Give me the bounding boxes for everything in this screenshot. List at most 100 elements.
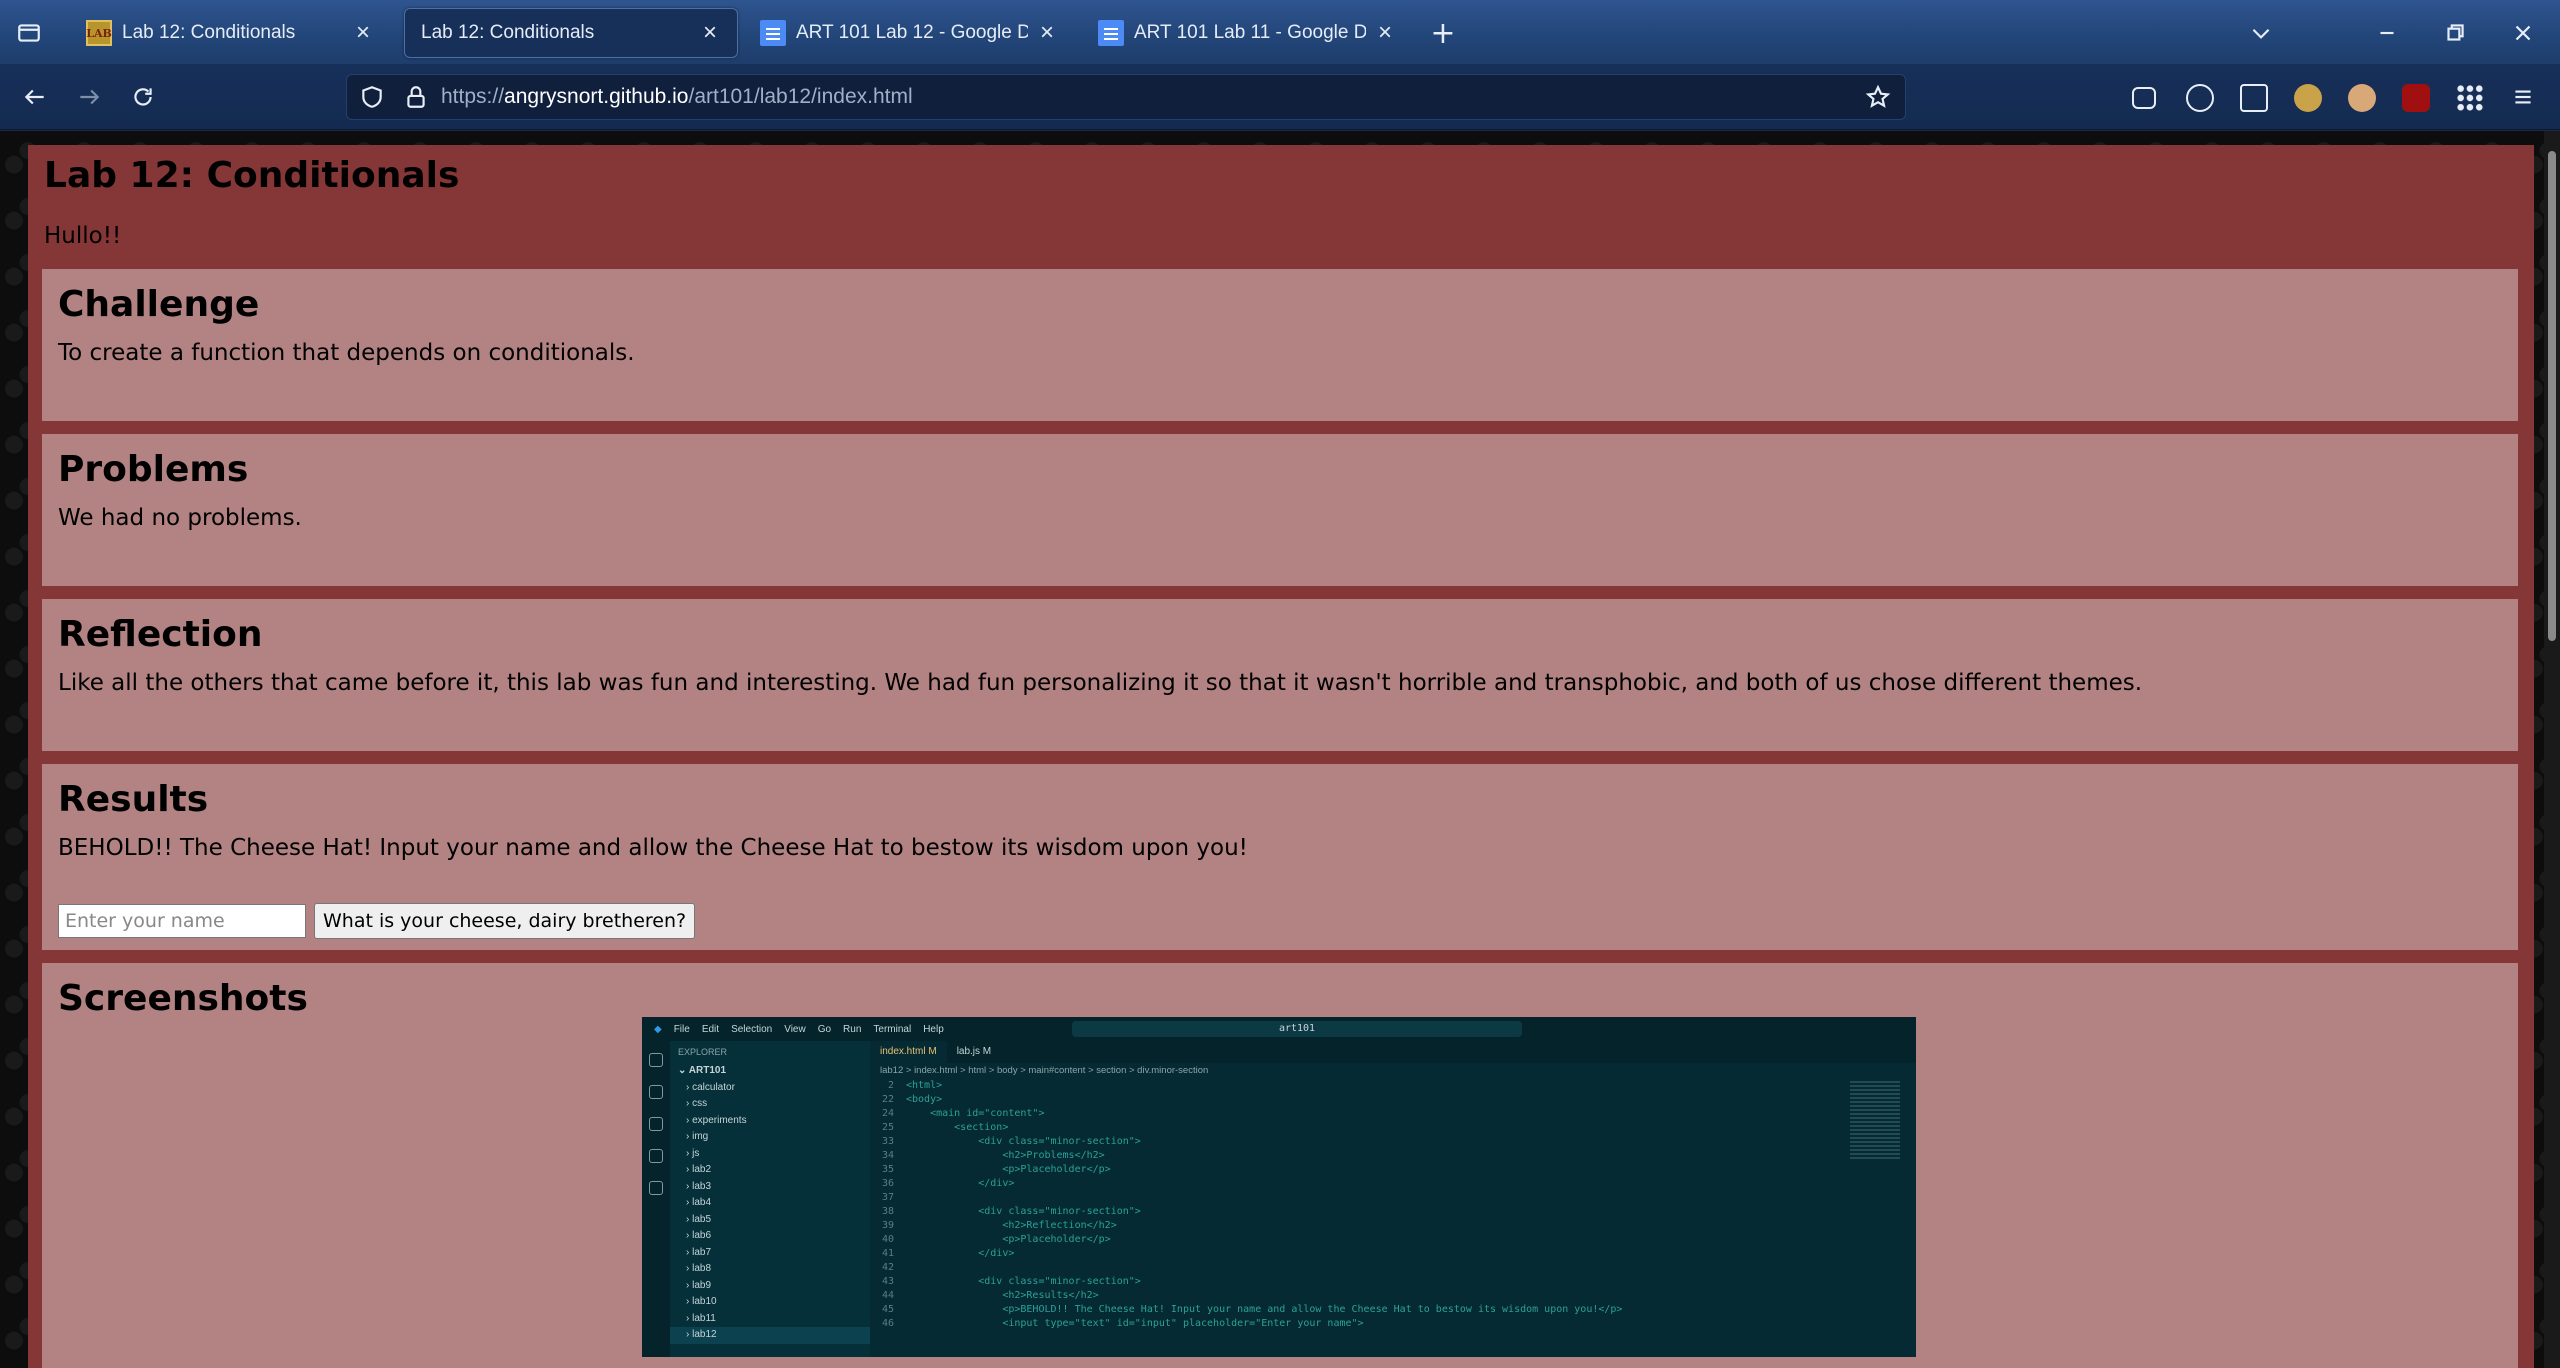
tab-art101-lab11-doc[interactable]: ART 101 Lab 11 - Google Docs × bbox=[1082, 8, 1412, 58]
close-tab-icon[interactable]: × bbox=[699, 19, 721, 46]
code-text: <h2>Results</h2> bbox=[906, 1290, 1099, 1301]
code-area: 2 <html> 22 <body> 24 <main id="content"> 25 … bbox=[870, 1079, 1916, 1331]
vscode-search: art101 bbox=[1072, 1021, 1522, 1037]
explorer-item: › js bbox=[686, 1147, 700, 1159]
code-line: 36 </div> bbox=[870, 1177, 1916, 1191]
new-tab-button[interactable]: + bbox=[1428, 16, 1458, 51]
explorer-item: › lab10 bbox=[686, 1296, 717, 1307]
explorer-item: › img bbox=[686, 1131, 709, 1142]
lab-logo-icon: LAB bbox=[86, 20, 112, 46]
ublock-origin-icon[interactable] bbox=[2402, 84, 2430, 112]
screenshots-section: Screenshots ◆ File Edit Selection View G… bbox=[42, 963, 2518, 1368]
menu-item: Terminal bbox=[873, 1023, 912, 1035]
run-debug-icon bbox=[649, 1149, 663, 1163]
vscode-logo-icon: ◆ bbox=[654, 1023, 662, 1035]
firefox-view-button[interactable] bbox=[14, 18, 44, 48]
url-text[interactable]: https://angrysnort.github.io/art101/lab1… bbox=[441, 85, 913, 109]
menu-item: Run bbox=[843, 1023, 862, 1035]
cheese-hat-button[interactable]: What is your cheese, dairy bretheren? bbox=[314, 903, 696, 939]
explorer-item: › lab12 bbox=[670, 1327, 870, 1344]
line-number: 42 bbox=[881, 1262, 894, 1273]
line-number: 44 bbox=[881, 1290, 894, 1301]
firefox-view-icon bbox=[18, 24, 40, 42]
code-text: </div> bbox=[906, 1178, 1015, 1189]
menu-item: Help bbox=[923, 1023, 944, 1035]
code-text: <input type="text" id="input" placeholde… bbox=[906, 1318, 1364, 1329]
page-viewport: Lab 12: Conditionals Hullo!! Challenge T… bbox=[0, 131, 2560, 1368]
explorer-tree: ⌄ ART101 › calculator › css › experiments › … bbox=[670, 1063, 870, 1344]
tab-art101-lab12-doc[interactable]: ART 101 Lab 12 - Google Docs × bbox=[744, 8, 1074, 58]
bookmark-star-icon[interactable] bbox=[1865, 84, 1891, 110]
page-scrollbar[interactable] bbox=[2544, 131, 2560, 1368]
restore-window-button[interactable] bbox=[2440, 18, 2470, 48]
lock-icon[interactable] bbox=[403, 84, 429, 110]
code-line: 25 <section> bbox=[870, 1121, 1916, 1135]
code-line: 42 bbox=[870, 1261, 1916, 1275]
explorer-item: › lab3 bbox=[686, 1180, 712, 1192]
scrollbar-thumb[interactable] bbox=[2548, 151, 2556, 641]
minimize-window-button[interactable] bbox=[2372, 18, 2402, 48]
explorer-item: › lab11 bbox=[686, 1312, 716, 1324]
editor-tabs: index.html M lab.js M bbox=[870, 1041, 1916, 1063]
explorer-item: › lab4 bbox=[686, 1197, 712, 1208]
tab-label: ART 101 Lab 11 - Google Docs bbox=[1134, 22, 1366, 43]
code-text: <div class="minor-section"> bbox=[906, 1136, 1141, 1147]
close-tab-icon[interactable]: × bbox=[1374, 19, 1396, 46]
code-line: 24 <main id="content"> bbox=[870, 1107, 1916, 1121]
line-number: 35 bbox=[881, 1164, 894, 1175]
code-line: 2 <html> bbox=[870, 1079, 1916, 1093]
tab-lab12-active[interactable]: Lab 12: Conditionals × bbox=[404, 8, 738, 58]
line-number: 37 bbox=[881, 1192, 894, 1203]
line-number: 39 bbox=[881, 1220, 894, 1231]
pocket-icon[interactable] bbox=[2132, 87, 2156, 109]
code-line: 33 <div class="minor-section"> bbox=[870, 1135, 1916, 1149]
back-button[interactable] bbox=[20, 82, 50, 112]
forward-button[interactable] bbox=[74, 82, 104, 112]
tab-lab12-first[interactable]: LAB Lab 12: Conditionals × bbox=[70, 8, 390, 58]
vscode-screenshot: ◆ File Edit Selection View Go Run Termin… bbox=[642, 1017, 1916, 1357]
section-heading: Challenge bbox=[58, 284, 260, 325]
explorer-item: › lab8 bbox=[686, 1263, 712, 1274]
account-icon[interactable] bbox=[2186, 84, 2214, 112]
hamburger-menu-icon bbox=[2515, 90, 2531, 104]
url-prefix: https:// bbox=[441, 85, 505, 108]
extension-avatar-icon[interactable] bbox=[2348, 84, 2376, 112]
tracking-protection-icon[interactable] bbox=[359, 84, 385, 110]
address-bar[interactable]: https://angrysnort.github.io/art101/lab1… bbox=[346, 74, 1906, 120]
challenge-section: Challenge To create a function that depe… bbox=[42, 269, 2518, 421]
name-input[interactable] bbox=[58, 904, 306, 938]
files-icon bbox=[649, 1053, 663, 1067]
code-line: 39 <h2>Reflection</h2> bbox=[870, 1219, 1916, 1233]
editor-breadcrumb: lab12 > index.html > html > body > main#… bbox=[880, 1065, 1209, 1076]
line-number: 43 bbox=[881, 1276, 894, 1287]
line-number: 38 bbox=[881, 1206, 894, 1217]
code-line: 35 <p>Placeholder</p> bbox=[870, 1163, 1916, 1177]
list-all-tabs-button[interactable] bbox=[2246, 18, 2276, 48]
chevron-down-icon bbox=[2252, 28, 2270, 39]
explorer-item: › lab7 bbox=[686, 1246, 712, 1258]
line-number: 46 bbox=[881, 1318, 894, 1329]
explorer-item: › experiments bbox=[686, 1114, 747, 1126]
editor-tab: lab.js M bbox=[956, 1046, 992, 1057]
close-tab-icon[interactable]: × bbox=[352, 19, 374, 46]
section-body: Like all the others that came before it,… bbox=[58, 670, 2143, 697]
line-number: 25 bbox=[881, 1122, 894, 1133]
extension-badge-icon[interactable] bbox=[2294, 84, 2322, 112]
close-tab-icon[interactable]: × bbox=[1036, 19, 1058, 46]
intro-text: Hullo!! bbox=[44, 223, 122, 249]
apps-grid-icon[interactable] bbox=[2456, 84, 2484, 112]
line-number: 34 bbox=[881, 1150, 894, 1161]
close-window-button[interactable] bbox=[2508, 18, 2538, 48]
code-text: </div> bbox=[906, 1248, 1015, 1259]
menu-item: Selection bbox=[731, 1023, 773, 1035]
extensions-icon bbox=[649, 1181, 663, 1195]
menu-item: File bbox=[673, 1023, 690, 1035]
google-docs-icon bbox=[1098, 20, 1124, 46]
code-text: <h2>Reflection</h2> bbox=[906, 1220, 1117, 1231]
tab-bar: LAB Lab 12: Conditionals × Lab 12: Condi… bbox=[0, 0, 2560, 64]
code-text: <div class="minor-section"> bbox=[906, 1276, 1141, 1287]
menu-button[interactable] bbox=[2508, 82, 2538, 112]
extensions-icon[interactable] bbox=[2240, 84, 2268, 112]
reload-button[interactable] bbox=[128, 82, 158, 112]
tab-label: Lab 12: Conditionals bbox=[421, 22, 595, 43]
